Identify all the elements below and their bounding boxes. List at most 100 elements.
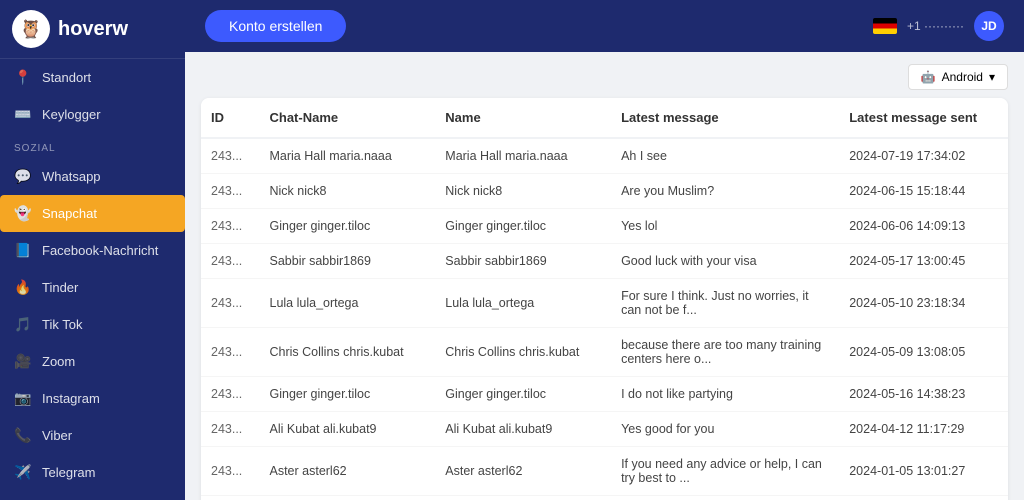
sozial-section-label: SOZIAL: [0, 133, 185, 158]
cell-chat-name: Nick nick8: [260, 174, 436, 209]
sidebar-item-label: Facebook-Nachricht: [42, 243, 158, 258]
table-row: 243... Chris Collins chris.kubat Chris C…: [201, 328, 1008, 377]
sidebar-item-instagram[interactable]: 📷 Instagram: [0, 380, 185, 417]
header: Konto erstellen +1 ·········· JD: [185, 0, 1024, 52]
zoom-icon: 🎥: [14, 353, 32, 370]
sidebar-item-tinder[interactable]: 🔥 Tinder: [0, 269, 185, 306]
cell-message: For sure I think. Just no worries, it ca…: [611, 279, 839, 328]
location-icon: 📍: [14, 69, 32, 86]
tinder-icon: 🔥: [14, 279, 32, 296]
sidebar-item-label: Viber: [42, 428, 72, 443]
cell-message: Yes good for you: [611, 412, 839, 447]
sidebar-item-telegram[interactable]: ✈️ Telegram: [0, 454, 185, 491]
table-header-row: ID Chat-Name Name Latest message Latest …: [201, 98, 1008, 138]
sidebar: 🦉 hoverw 📍 Standort ⌨️ Keylogger SOZIAL …: [0, 0, 185, 500]
sidebar-item-snapchat[interactable]: 👻 Snapchat: [0, 195, 185, 232]
cell-name: Chris Collins chris.kubat: [435, 328, 611, 377]
cell-chat-name: Aster asterl62: [260, 447, 436, 496]
table-row: 243... Maria Hall maria.naaa Maria Hall …: [201, 138, 1008, 174]
cell-sent: 2024-04-12 11:17:29: [839, 412, 1008, 447]
messages-table: ID Chat-Name Name Latest message Latest …: [201, 98, 1008, 496]
cell-id: 243...: [201, 244, 260, 279]
logo-text: hoverw: [58, 18, 128, 41]
owl-emoji: 🦉: [20, 19, 42, 40]
sidebar-item-viber[interactable]: 📞 Viber: [0, 417, 185, 454]
header-center: Konto erstellen: [205, 10, 346, 42]
cell-chat-name: Ali Kubat ali.kubat9: [260, 412, 436, 447]
col-chat-name: Chat-Name: [260, 98, 436, 138]
instagram-icon: 📷: [14, 390, 32, 407]
cell-chat-name: Ginger ginger.tiloc: [260, 209, 436, 244]
cell-sent: 2024-06-06 14:09:13: [839, 209, 1008, 244]
table-row: 243... Ginger ginger.tiloc Ginger ginger…: [201, 377, 1008, 412]
cell-id: 243...: [201, 447, 260, 496]
android-label: Android: [942, 70, 983, 84]
cell-name: Ginger ginger.tiloc: [435, 377, 611, 412]
col-latest-message: Latest message: [611, 98, 839, 138]
cell-message: Good luck with your visa: [611, 244, 839, 279]
sidebar-item-label: Snapchat: [42, 206, 97, 221]
sidebar-item-label: Tik Tok: [42, 317, 82, 332]
sidebar-item-tiktok[interactable]: 🎵 Tik Tok: [0, 306, 185, 343]
sidebar-item-whatsapp[interactable]: 💬 Whatsapp: [0, 158, 185, 195]
cell-sent: 2024-05-17 13:00:45: [839, 244, 1008, 279]
cell-id: 243...: [201, 328, 260, 377]
cell-sent: 2024-05-09 13:08:05: [839, 328, 1008, 377]
cell-message: Are you Muslim?: [611, 174, 839, 209]
cell-name: Lula lula_ortega: [435, 279, 611, 328]
sidebar-item-label: Whatsapp: [42, 169, 101, 184]
sidebar-item-standort[interactable]: 📍 Standort: [0, 59, 185, 96]
cell-id: 243...: [201, 377, 260, 412]
facebook-icon: 📘: [14, 242, 32, 259]
cell-name: Ali Kubat ali.kubat9: [435, 412, 611, 447]
cell-name: Sabbir sabbir1869: [435, 244, 611, 279]
cell-id: 243...: [201, 138, 260, 174]
cell-name: Nick nick8: [435, 174, 611, 209]
logo-icon: 🦉: [12, 10, 50, 48]
cell-message: Yes lol: [611, 209, 839, 244]
header-right: +1 ·········· JD: [873, 11, 1004, 41]
table-row: 243... Lula lula_ortega Lula lula_ortega…: [201, 279, 1008, 328]
cell-name: Aster asterl62: [435, 447, 611, 496]
messages-table-container: ID Chat-Name Name Latest message Latest …: [201, 98, 1008, 500]
table-row: 243... Sabbir sabbir1869 Sabbir sabbir18…: [201, 244, 1008, 279]
table-row: 243... Aster asterl62 Aster asterl62 If …: [201, 447, 1008, 496]
sidebar-item-label: Telegram: [42, 465, 95, 480]
cell-sent: 2024-06-15 15:18:44: [839, 174, 1008, 209]
phone-number: +1 ··········: [907, 19, 964, 33]
cell-message: If you need any advice or help, I can tr…: [611, 447, 839, 496]
whatsapp-icon: 💬: [14, 168, 32, 185]
cell-message: I do not like partying: [611, 377, 839, 412]
cell-sent: 2024-05-10 23:18:34: [839, 279, 1008, 328]
sidebar-item-label: Zoom: [42, 354, 75, 369]
android-icon: 🤖: [921, 70, 936, 84]
avatar[interactable]: JD: [974, 11, 1004, 41]
pagination-row: 10 25 50 Showing 1 - 9 of 9: [201, 496, 1008, 500]
sidebar-item-wechat[interactable]: 💬 Wechat: [0, 491, 185, 500]
sidebar-item-keylogger[interactable]: ⌨️ Keylogger: [0, 96, 185, 133]
konto-erstellen-button[interactable]: Konto erstellen: [205, 10, 346, 42]
sidebar-item-label: Tinder: [42, 280, 78, 295]
table-row: 243... Ali Kubat ali.kubat9 Ali Kubat al…: [201, 412, 1008, 447]
snapchat-icon: 👻: [14, 205, 32, 222]
col-name: Name: [435, 98, 611, 138]
cell-chat-name: Sabbir sabbir1869: [260, 244, 436, 279]
chevron-down-icon: ▾: [989, 70, 995, 84]
telegram-icon: ✈️: [14, 464, 32, 481]
col-latest-sent: Latest message sent: [839, 98, 1008, 138]
sidebar-item-zoom[interactable]: 🎥 Zoom: [0, 343, 185, 380]
table-row: 243... Nick nick8 Nick nick8 Are you Mus…: [201, 174, 1008, 209]
table-row: 243... Ginger ginger.tiloc Ginger ginger…: [201, 209, 1008, 244]
cell-sent: 2024-05-16 14:38:23: [839, 377, 1008, 412]
content-area: 🤖 Android ▾ ID Chat-Name Name Latest mes…: [185, 52, 1024, 500]
toolbar-row: 🤖 Android ▾: [201, 64, 1008, 90]
cell-message: Ah I see: [611, 138, 839, 174]
viber-icon: 📞: [14, 427, 32, 444]
flag-icon: [873, 18, 897, 34]
android-button[interactable]: 🤖 Android ▾: [908, 64, 1008, 90]
cell-sent: 2024-07-19 17:34:02: [839, 138, 1008, 174]
sidebar-item-label: Keylogger: [42, 107, 101, 122]
sidebar-item-label: Instagram: [42, 391, 100, 406]
sidebar-item-facebook[interactable]: 📘 Facebook-Nachricht: [0, 232, 185, 269]
cell-id: 243...: [201, 209, 260, 244]
